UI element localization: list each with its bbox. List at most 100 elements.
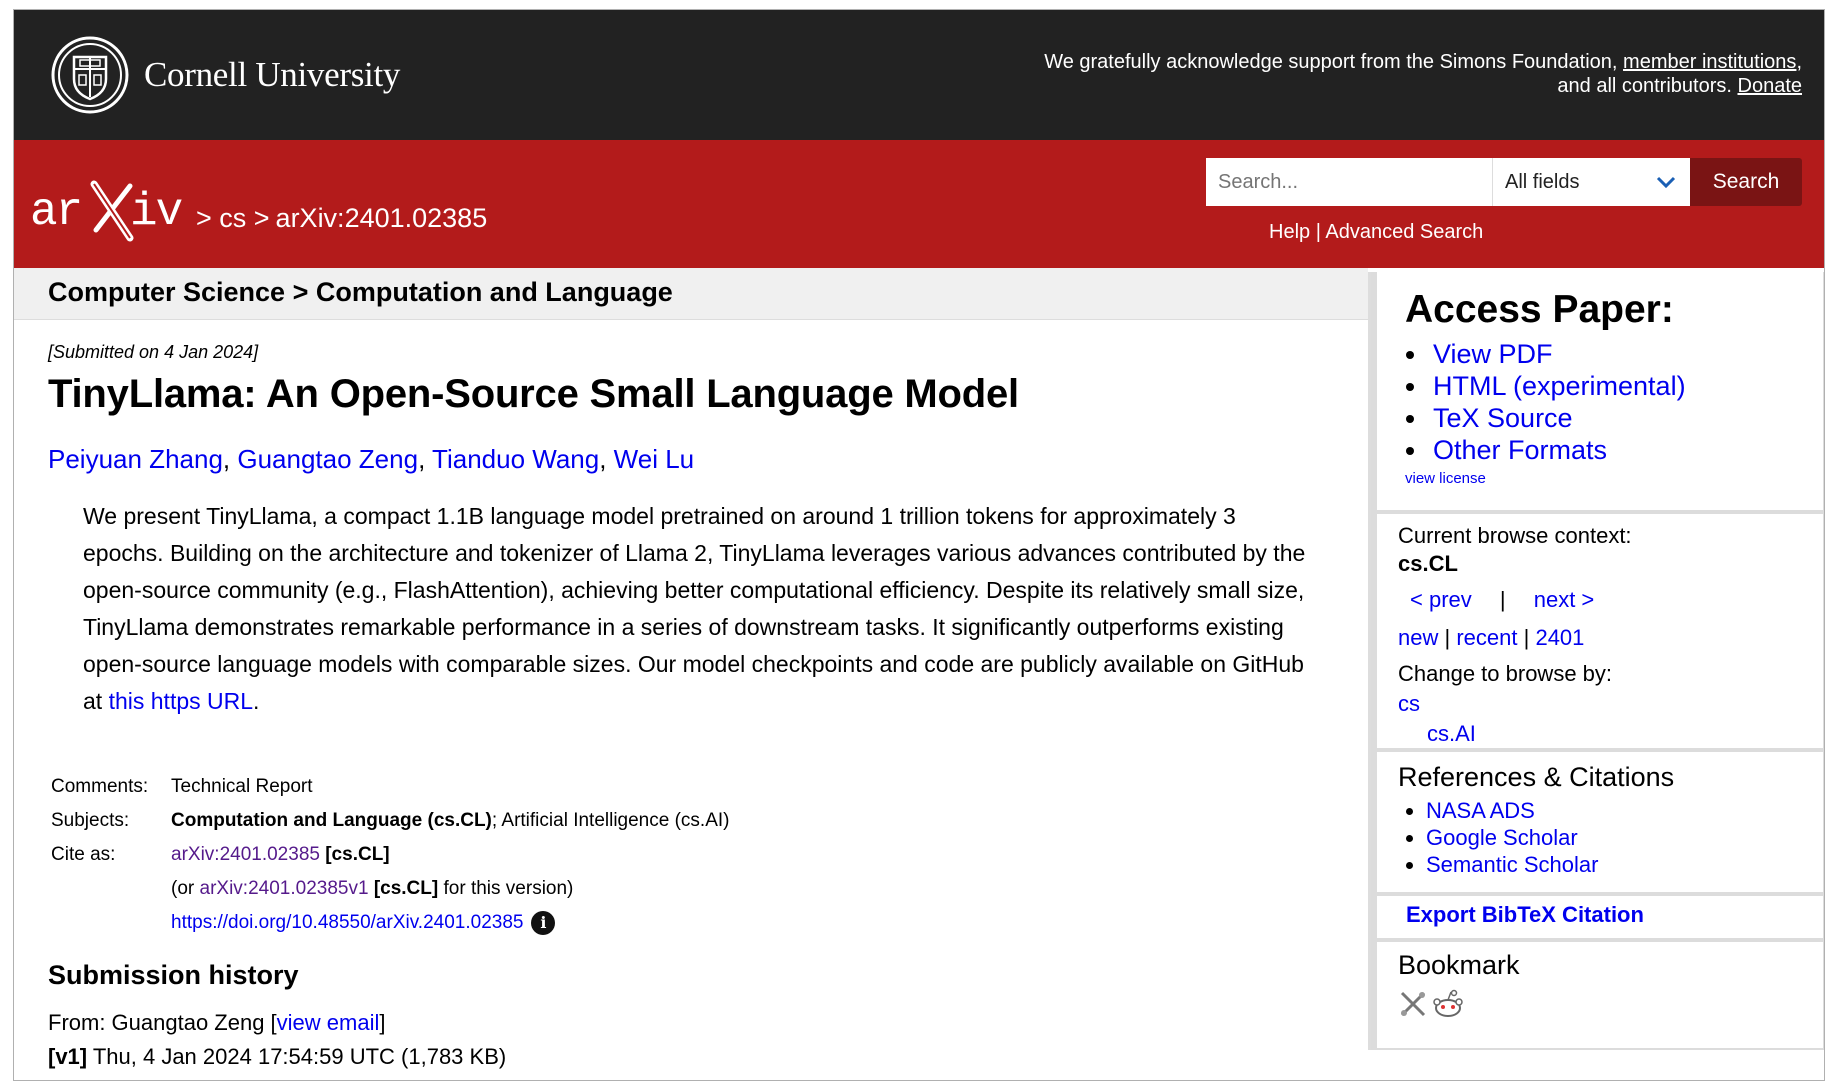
abstract-text: We present TinyLlama, a compact 1.1B lan… bbox=[83, 503, 1306, 714]
access-title: Access Paper: bbox=[1405, 288, 1674, 331]
html-link[interactable]: HTML (experimental) bbox=[1433, 371, 1686, 401]
other-formats-link[interactable]: Other Formats bbox=[1433, 435, 1607, 465]
search-form: All fields Search bbox=[1206, 158, 1802, 206]
submission-history-title: Submission history bbox=[48, 960, 299, 990]
access-item: View PDF bbox=[1429, 338, 1823, 370]
cite-row: Cite as: arXiv:2401.02385 [cs.CL] bbox=[51, 838, 729, 872]
empty-label bbox=[51, 906, 171, 940]
bookmark-icons bbox=[1398, 989, 1823, 1019]
submission-from: From: Guangtao Zeng [view email] bbox=[48, 1010, 386, 1036]
change-browse-label: Change to browse by: bbox=[1398, 661, 1613, 686]
abstract: We present TinyLlama, a compact 1.1B lan… bbox=[83, 498, 1313, 720]
context-label: Current browse context: bbox=[1398, 523, 1632, 548]
arxiv-logo-icon: ar iv bbox=[30, 180, 185, 242]
sidebar: Access Paper: View PDF HTML (experimenta… bbox=[1368, 272, 1824, 1050]
from-close: ] bbox=[379, 1010, 386, 1035]
cornell-header: Cornell University We gratefully acknowl… bbox=[14, 10, 1824, 140]
nav-separator: | bbox=[1444, 625, 1451, 650]
new-link[interactable]: new bbox=[1398, 625, 1438, 650]
author-link[interactable]: Guangtao Zeng bbox=[237, 444, 418, 474]
author-link[interactable]: Wei Lu bbox=[614, 444, 694, 474]
author-link[interactable]: Tianduo Wang bbox=[432, 444, 599, 474]
donate-link[interactable]: Donate bbox=[1738, 75, 1803, 97]
access-item: HTML (experimental) bbox=[1429, 370, 1823, 402]
help-links: Help | Advanced Search bbox=[1269, 221, 1483, 244]
cite-version-link[interactable]: arXiv:2401.02385v1 bbox=[200, 878, 369, 899]
page-frame: Cornell University We gratefully acknowl… bbox=[13, 9, 1825, 1081]
author-link[interactable]: Peiyuan Zhang bbox=[48, 444, 223, 474]
v1-link[interactable]: [v1] bbox=[48, 1044, 87, 1069]
breadcrumb-cs[interactable]: > cs > bbox=[196, 203, 270, 233]
browse-cs-link[interactable]: cs bbox=[1398, 691, 1420, 716]
access-paper-box: Access Paper: View PDF HTML (experimenta… bbox=[1377, 272, 1823, 510]
view-pdf-link[interactable]: View PDF bbox=[1433, 339, 1553, 369]
advanced-search-link[interactable]: Advanced Search bbox=[1325, 221, 1483, 243]
v1-details: Thu, 4 Jan 2024 17:54:59 UTC (1,783 KB) bbox=[92, 1044, 507, 1069]
paper-title: TinyLlama: An Open-Source Small Language… bbox=[48, 372, 1019, 416]
export-bibtex-link[interactable]: Export BibTeX Citation bbox=[1406, 902, 1644, 927]
nav-separator: | bbox=[1523, 625, 1530, 650]
help-link[interactable]: Help bbox=[1269, 221, 1310, 243]
help-separator: | bbox=[1315, 221, 1321, 243]
bookmark-title: Bookmark bbox=[1398, 950, 1520, 980]
cite-version-tag: [cs.CL] bbox=[373, 878, 439, 899]
secondary-subject: ; Artificial Intelligence (cs.AI) bbox=[491, 810, 730, 831]
semantic-scholar-link[interactable]: Semantic Scholar bbox=[1426, 852, 1598, 877]
reference-item: Google Scholar bbox=[1426, 824, 1823, 851]
search-input[interactable] bbox=[1206, 158, 1493, 206]
google-scholar-link[interactable]: Google Scholar bbox=[1426, 825, 1578, 850]
comments-label: Comments: bbox=[51, 776, 149, 797]
cornell-logo-link[interactable]: Cornell University bbox=[50, 35, 400, 115]
from-text: From: Guangtao Zeng [ bbox=[48, 1010, 277, 1035]
search-field-value: All fields bbox=[1505, 170, 1580, 193]
doi-row: https://doi.org/10.48550/arXiv.2401.0238… bbox=[51, 906, 729, 940]
doi-link[interactable]: https://doi.org/10.48550/arXiv.2401.0238… bbox=[171, 912, 523, 933]
search-field-select[interactable]: All fields bbox=[1493, 158, 1690, 206]
cite-value: arXiv:2401.02385 [cs.CL] bbox=[171, 838, 390, 872]
browse-csai-row: cs.AI bbox=[1398, 720, 1823, 748]
access-links: View PDF HTML (experimental) TeX Source … bbox=[1405, 338, 1823, 466]
abstract-end: . bbox=[253, 688, 260, 714]
cornell-seal-icon bbox=[51, 36, 129, 114]
prev-next-nav: < prev | next > bbox=[1398, 584, 1823, 616]
month-link[interactable]: 2401 bbox=[1535, 625, 1584, 650]
subject-header: Computer Science > Computation and Langu… bbox=[14, 268, 1368, 320]
metadata-table: Comments: Technical Report Subjects: Com… bbox=[51, 770, 729, 940]
bibtex-box: Export BibTeX Citation bbox=[1377, 896, 1823, 938]
browse-csai-link[interactable]: cs.AI bbox=[1427, 721, 1476, 746]
nav-separator: | bbox=[1499, 587, 1506, 612]
empty-label bbox=[51, 872, 171, 906]
next-link[interactable]: next > bbox=[1534, 587, 1595, 612]
nasa-ads-link[interactable]: NASA ADS bbox=[1426, 798, 1535, 823]
search-button[interactable]: Search bbox=[1690, 158, 1802, 206]
subjects-value: Computation and Language (cs.CL); Artifi… bbox=[171, 804, 729, 838]
primary-subject: Computation and Language (cs.CL) bbox=[171, 810, 492, 831]
cite-version-row: (or arXiv:2401.02385v1 [cs.CL] for this … bbox=[51, 872, 729, 906]
references-list: NASA ADS Google Scholar Semantic Scholar bbox=[1398, 797, 1823, 878]
github-url-link[interactable]: this https URL bbox=[109, 688, 253, 714]
reddit-icon[interactable] bbox=[1432, 989, 1464, 1019]
svg-text:ar: ar bbox=[30, 186, 81, 238]
references-box: References & Citations NASA ADS Google S… bbox=[1377, 752, 1823, 892]
reference-item: NASA ADS bbox=[1426, 797, 1823, 824]
subjects-row: Subjects: Computation and Language (cs.C… bbox=[51, 804, 729, 838]
bookmark-box: Bookmark bbox=[1377, 942, 1823, 1048]
doi-value: https://doi.org/10.48550/arXiv.2401.0238… bbox=[171, 906, 556, 940]
view-email-link[interactable]: view email bbox=[277, 1010, 380, 1035]
reference-item: Semantic Scholar bbox=[1426, 851, 1823, 878]
cite-id-link[interactable]: arXiv:2401.02385 bbox=[171, 844, 320, 865]
info-icon[interactable]: i bbox=[531, 910, 556, 935]
subjects-label: Subjects: bbox=[51, 810, 130, 831]
access-item: TeX Source bbox=[1429, 402, 1823, 434]
recent-link[interactable]: recent bbox=[1456, 625, 1517, 650]
ack-text: We gratefully acknowledge support from t… bbox=[1044, 51, 1618, 73]
bibsonomy-icon[interactable] bbox=[1398, 989, 1428, 1019]
references-title: References & Citations bbox=[1398, 762, 1675, 792]
arxiv-header: ar iv > cs >arXiv:2401.02385 All fields … bbox=[14, 140, 1824, 268]
access-item: Other Formats bbox=[1429, 434, 1823, 466]
prev-link[interactable]: < prev bbox=[1410, 587, 1472, 612]
svg-text:iv: iv bbox=[130, 186, 183, 238]
tex-source-link[interactable]: TeX Source bbox=[1433, 403, 1573, 433]
view-license-link[interactable]: view license bbox=[1405, 470, 1486, 487]
member-institutions-link[interactable]: member institutions bbox=[1623, 51, 1796, 73]
